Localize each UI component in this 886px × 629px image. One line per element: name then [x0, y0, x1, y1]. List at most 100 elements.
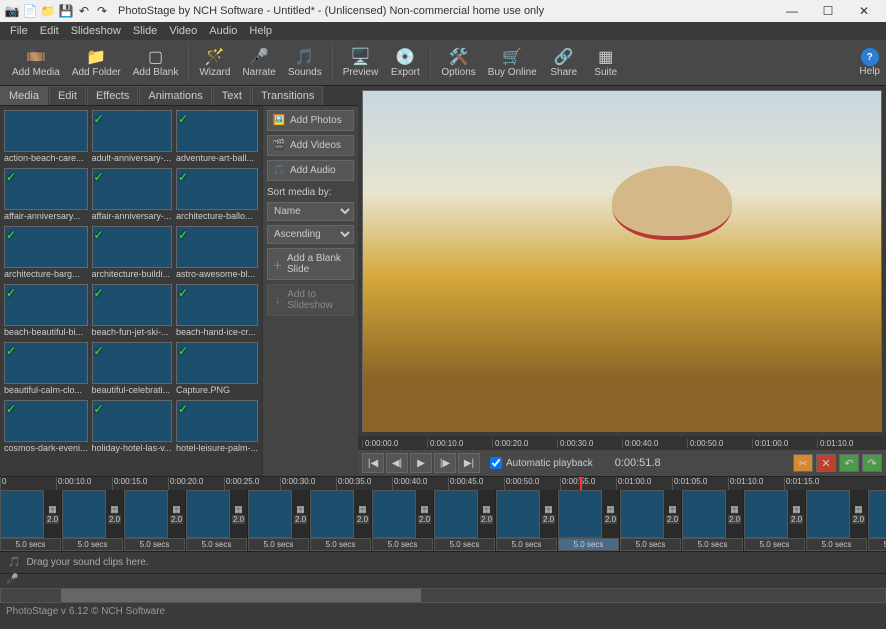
goto-end-button[interactable]: ▶|	[458, 453, 480, 473]
timeline-clip[interactable]: ▦2.05.0 secs	[744, 490, 806, 551]
clip-duration[interactable]: 5.0 secs	[124, 538, 185, 551]
add-blank-button[interactable]: ▢Add Blank	[127, 45, 185, 80]
timeline-clip[interactable]: ▦2.05.0 secs	[0, 490, 62, 551]
minimize-button[interactable]: —	[774, 0, 810, 22]
buy-online-button[interactable]: 🛒Buy Online	[482, 45, 543, 80]
transition[interactable]: ▦2.0	[168, 490, 185, 538]
media-thumb[interactable]: ✓architecture-barg...	[4, 226, 88, 280]
tab-text[interactable]: Text	[213, 86, 251, 105]
add-blank-slide-button[interactable]: ＋Add a Blank Slide	[267, 248, 354, 280]
media-thumb[interactable]: ✓beautiful-calm-clo...	[4, 342, 88, 396]
add-videos-button[interactable]: 🎬Add Videos	[267, 135, 354, 156]
save-icon[interactable]: 💾	[58, 3, 74, 19]
menu-help[interactable]: Help	[243, 23, 278, 39]
undo-icon[interactable]: ↶	[76, 3, 92, 19]
timeline-clip[interactable]: ▦2.05.0 secs	[558, 490, 620, 551]
transition[interactable]: ▦2.0	[478, 490, 495, 538]
add-folder-button[interactable]: 📁Add Folder	[66, 45, 127, 80]
clip-duration[interactable]: 5.0 secs	[186, 538, 247, 551]
clip-duration[interactable]: 5.0 secs	[744, 538, 805, 551]
timeline-clip[interactable]: ▦2.05.0 secs	[868, 490, 886, 551]
split-button[interactable]: ✂	[793, 454, 813, 472]
media-thumb[interactable]: ✓adult-anniversary-...	[92, 110, 172, 164]
transition[interactable]: ▦2.0	[44, 490, 61, 538]
menu-edit[interactable]: Edit	[34, 23, 65, 39]
export-button[interactable]: 💿Export	[384, 45, 426, 80]
media-thumb[interactable]: ✓Capture.PNG	[176, 342, 258, 396]
help-button[interactable]: ?Help	[859, 48, 880, 77]
timeline-clip[interactable]: ▦2.05.0 secs	[682, 490, 744, 551]
timeline-ruler[interactable]: 00:00:10.00:00:15.00:00:20.00:00:25.00:0…	[0, 476, 886, 490]
next-button[interactable]: |▶	[434, 453, 456, 473]
clip-duration[interactable]: 5.0 secs	[868, 538, 886, 551]
timeline-track[interactable]: ▦2.05.0 secs▦2.05.0 secs▦2.05.0 secs▦2.0…	[0, 490, 886, 552]
audio-track[interactable]: 🎵 Drag your sound clips here.	[0, 552, 886, 574]
delete-button[interactable]: ✕	[816, 454, 836, 472]
sounds-button[interactable]: 🎵Sounds	[282, 45, 328, 80]
auto-playback-checkbox[interactable]: Automatic playback	[490, 457, 593, 469]
tab-transitions[interactable]: Transitions	[252, 86, 323, 105]
timeline-clip[interactable]: ▦2.05.0 secs	[186, 490, 248, 551]
menu-audio[interactable]: Audio	[203, 23, 243, 39]
media-thumb[interactable]: ✓adventure-art-ball...	[176, 110, 258, 164]
transition[interactable]: ▦2.0	[664, 490, 681, 538]
open-icon[interactable]: 📁	[40, 3, 56, 19]
clip-duration[interactable]: 5.0 secs	[372, 538, 433, 551]
transition[interactable]: ▦2.0	[726, 490, 743, 538]
add-to-slideshow-button[interactable]: ↓Add to Slideshow	[267, 284, 354, 316]
tab-animations[interactable]: Animations	[139, 86, 211, 105]
transition[interactable]: ▦2.0	[106, 490, 123, 538]
narration-track[interactable]: 🎤	[0, 574, 886, 588]
tab-edit[interactable]: Edit	[49, 86, 86, 105]
add-audio-button[interactable]: 🎵Add Audio	[267, 160, 354, 181]
clip-duration[interactable]: 5.0 secs	[682, 538, 743, 551]
media-thumb[interactable]: ✓beach-beautiful-bi...	[4, 284, 88, 338]
transition[interactable]: ▦2.0	[540, 490, 557, 538]
timeline-clip[interactable]: ▦2.05.0 secs	[372, 490, 434, 551]
media-thumb[interactable]: action-beach-care...	[4, 110, 88, 164]
clip-duration[interactable]: 5.0 secs	[434, 538, 495, 551]
new-icon[interactable]: 📄	[22, 3, 38, 19]
menu-slide[interactable]: Slide	[127, 23, 163, 39]
timeline-clip[interactable]: ▦2.05.0 secs	[62, 490, 124, 551]
timeline-clip[interactable]: ▦2.05.0 secs	[806, 490, 868, 551]
maximize-button[interactable]: ☐	[810, 0, 846, 22]
preview-button[interactable]: 🖥️Preview	[337, 45, 385, 80]
prev-button[interactable]: ◀|	[386, 453, 408, 473]
transition[interactable]: ▦2.0	[292, 490, 309, 538]
playhead[interactable]	[580, 477, 582, 490]
timeline-clip[interactable]: ▦2.05.0 secs	[620, 490, 682, 551]
clip-duration[interactable]: 5.0 secs	[806, 538, 867, 551]
media-thumb[interactable]: ✓beach-fun-jet-ski-...	[92, 284, 172, 338]
close-button[interactable]: ✕	[846, 0, 882, 22]
redo-button[interactable]: ↷	[862, 454, 882, 472]
menu-file[interactable]: File	[4, 23, 34, 39]
clip-duration[interactable]: 5.0 secs	[310, 538, 371, 551]
redo-icon[interactable]: ↷	[94, 3, 110, 19]
sort-field-select[interactable]: Name	[267, 202, 354, 221]
add-media-button[interactable]: 🎞️Add Media	[6, 45, 66, 80]
media-thumb[interactable]: ✓astro-awesome-bl...	[176, 226, 258, 280]
transition[interactable]: ▦2.0	[416, 490, 433, 538]
add-photos-button[interactable]: 🖼️Add Photos	[267, 110, 354, 131]
tab-effects[interactable]: Effects	[87, 86, 138, 105]
media-thumb[interactable]: ✓beautiful-celebrati...	[92, 342, 172, 396]
media-thumb[interactable]: ✓hotel-leisure-palm-...	[176, 400, 258, 454]
timeline-clip[interactable]: ▦2.05.0 secs	[310, 490, 372, 551]
timeline-clip[interactable]: ▦2.05.0 secs	[248, 490, 310, 551]
suite-button[interactable]: ▦Suite	[585, 45, 627, 80]
clip-duration[interactable]: 5.0 secs	[248, 538, 309, 551]
clip-duration[interactable]: 5.0 secs	[496, 538, 557, 551]
preview-ruler[interactable]: 0:00:00.00:00:10.00:00:20.00:00:30.00:00…	[358, 436, 886, 450]
media-thumb[interactable]: ✓cosmos-dark-eveni...	[4, 400, 88, 454]
menu-slideshow[interactable]: Slideshow	[65, 23, 127, 39]
sort-order-select[interactable]: Ascending	[267, 225, 354, 244]
timeline-clip[interactable]: ▦2.05.0 secs	[434, 490, 496, 551]
tab-media[interactable]: Media	[0, 86, 48, 105]
media-thumb[interactable]: ✓architecture-ballo...	[176, 168, 258, 222]
transition[interactable]: ▦2.0	[602, 490, 619, 538]
media-thumb[interactable]: ✓affair-anniversary...	[4, 168, 88, 222]
media-thumb[interactable]: ✓beach-hand-ice-cr...	[176, 284, 258, 338]
transition[interactable]: ▦2.0	[230, 490, 247, 538]
menu-video[interactable]: Video	[163, 23, 203, 39]
